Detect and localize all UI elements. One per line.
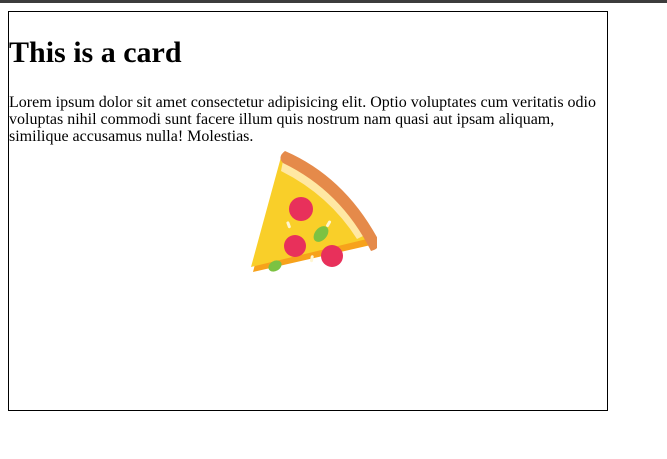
card-title: This is a card xyxy=(9,36,182,69)
browser-top-bar xyxy=(0,0,667,3)
card: This is a card Lorem ipsum dolor sit ame… xyxy=(8,11,608,411)
pepperoni-3 xyxy=(321,245,343,267)
pepperoni-2 xyxy=(284,235,306,257)
card-text: Lorem ipsum dolor sit amet consectetur a… xyxy=(9,94,596,145)
pizza-slice-icon xyxy=(251,151,377,272)
pepperoni-1 xyxy=(289,197,313,221)
